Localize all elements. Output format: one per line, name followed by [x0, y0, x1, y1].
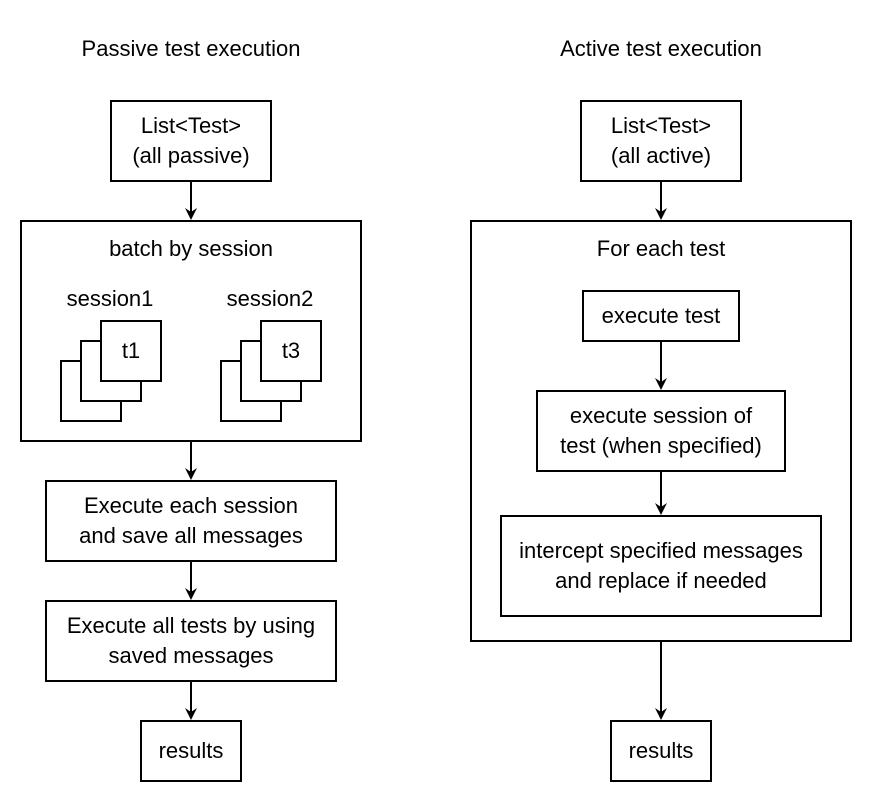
active-results-node: results — [610, 720, 712, 782]
passive-input-label: List<Test> (all passive) — [132, 113, 250, 168]
execute-each-session-label: Execute each session and save all messag… — [79, 493, 303, 548]
intercept-messages-node: intercept specified messages and replace… — [500, 515, 822, 617]
execute-each-session-node: Execute each session and save all messag… — [45, 480, 337, 562]
execute-test-node: execute test — [582, 290, 740, 342]
active-input-node: List<Test> (all active) — [580, 100, 742, 182]
active-input-label: List<Test> (all active) — [610, 113, 712, 168]
active-title: Active test execution — [560, 36, 762, 61]
execute-session-node: execute session of test (when specified) — [536, 390, 786, 472]
intercept-messages-label: intercept specified messages and replace… — [519, 538, 803, 593]
session1-test-t1: t1 — [100, 320, 162, 382]
t1-label: t1 — [121, 338, 141, 363]
passive-input-node: List<Test> (all passive) — [110, 100, 272, 182]
session1-label: session1 — [66, 286, 154, 311]
batch-title: batch by session — [109, 236, 273, 261]
session2-label: session2 — [226, 286, 314, 311]
passive-title: Passive test execution — [81, 36, 301, 61]
execute-all-tests-node: Execute all tests by using saved message… — [45, 600, 337, 682]
t3-label: t3 — [281, 338, 301, 363]
execute-test-label: execute test — [601, 303, 721, 328]
for-each-test-title: For each test — [596, 236, 726, 261]
passive-results-label: results — [158, 738, 224, 763]
passive-results-node: results — [140, 720, 242, 782]
active-results-label: results — [628, 738, 694, 763]
session2-test-t3: t3 — [260, 320, 322, 382]
execute-session-label: execute session of test (when specified) — [560, 403, 762, 458]
execute-all-tests-label: Execute all tests by using saved message… — [66, 613, 316, 668]
